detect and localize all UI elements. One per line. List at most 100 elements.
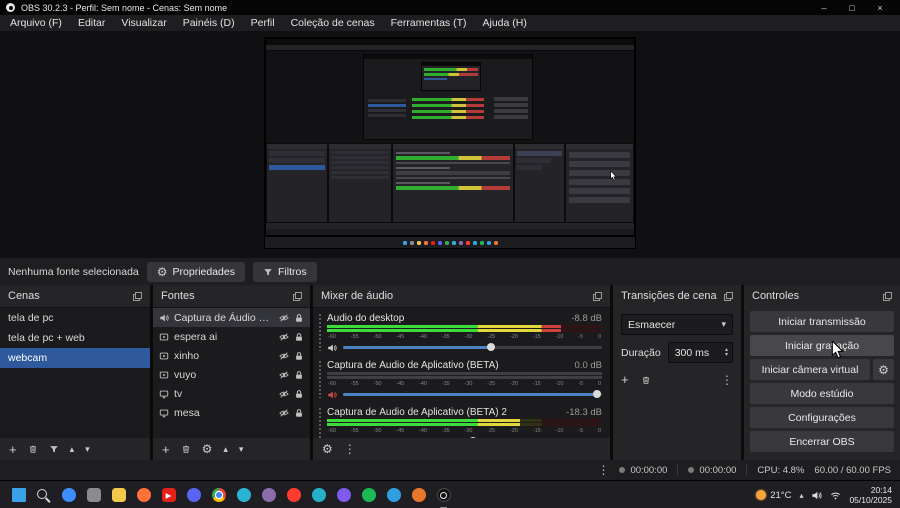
- visibility-icon[interactable]: [279, 408, 289, 418]
- source-item[interactable]: tv: [153, 384, 310, 403]
- remove-scene-button[interactable]: [28, 444, 38, 454]
- move-source-down-button[interactable]: ▾: [239, 444, 244, 454]
- minimize-button[interactable]: –: [810, 0, 838, 15]
- studio-mode-button[interactable]: Modo estúdio: [750, 383, 894, 404]
- tray-chevron-up-icon[interactable]: ▴: [799, 491, 803, 500]
- panel-float-icon[interactable]: [724, 291, 733, 301]
- advanced-audio-button[interactable]: ⚙: [322, 443, 333, 455]
- source-item[interactable]: mesa: [153, 403, 310, 422]
- visibility-icon[interactable]: [279, 389, 289, 399]
- add-transition-button[interactable]: +: [621, 373, 629, 386]
- remove-transition-button[interactable]: [641, 375, 651, 385]
- menu-colecao-de-cenas[interactable]: Coleção de cenas: [283, 15, 383, 31]
- start-icon[interactable]: [8, 485, 29, 506]
- volume-slider[interactable]: [343, 390, 602, 399]
- start-virtual-camera-button[interactable]: Iniciar câmera virtual: [750, 359, 870, 380]
- copilot-icon[interactable]: [58, 485, 79, 506]
- visibility-icon[interactable]: [279, 351, 289, 361]
- scene-filters-button[interactable]: [49, 444, 59, 454]
- menu-editar[interactable]: Editar: [70, 15, 113, 31]
- scene-item[interactable]: tela de pc: [0, 308, 150, 328]
- preview-canvas[interactable]: [265, 38, 635, 248]
- mute-toggle-icon-muted[interactable]: [327, 390, 337, 400]
- gimp-icon[interactable]: [258, 485, 279, 506]
- search-icon[interactable]: [33, 485, 54, 506]
- virtual-camera-settings-button[interactable]: ⚙: [873, 359, 894, 380]
- panel-float-icon[interactable]: [883, 291, 892, 301]
- visibility-icon[interactable]: [279, 370, 289, 380]
- youtube-icon[interactable]: ▶: [158, 485, 179, 506]
- clock[interactable]: 20:14 05/10/2025: [849, 485, 892, 505]
- mixer-menu-button[interactable]: ⋮: [344, 443, 356, 455]
- weather-widget[interactable]: 21°C: [756, 490, 791, 501]
- maximize-button[interactable]: □: [838, 0, 866, 15]
- add-scene-button[interactable]: +: [9, 443, 17, 456]
- menu-visualizar[interactable]: Visualizar: [113, 15, 174, 31]
- add-source-button[interactable]: +: [162, 443, 170, 456]
- menu-ferramentas[interactable]: Ferramentas (T): [383, 15, 475, 31]
- paint-icon[interactable]: [408, 485, 429, 506]
- exit-obs-button[interactable]: Encerrar OBS: [750, 431, 894, 452]
- menu-ajuda[interactable]: Ajuda (H): [474, 15, 534, 31]
- sources-header[interactable]: Fontes: [153, 285, 310, 307]
- volume-icon[interactable]: [811, 490, 822, 501]
- controls-header[interactable]: Controles: [744, 285, 900, 307]
- source-item[interactable]: Captura de Áudio de A: [153, 308, 310, 327]
- source-item[interactable]: xinho: [153, 346, 310, 365]
- viber-icon[interactable]: [333, 485, 354, 506]
- telegram-icon[interactable]: [383, 485, 404, 506]
- source-properties-button[interactable]: ⚙: [202, 443, 213, 455]
- panel-float-icon[interactable]: [133, 291, 142, 301]
- lock-icon[interactable]: [294, 313, 304, 323]
- menu-paineis[interactable]: Painéis (D): [175, 15, 243, 31]
- scene-item[interactable]: tela de pc + web: [0, 328, 150, 348]
- menu-arquivo[interactable]: Arquivo (F): [2, 15, 70, 31]
- lock-icon[interactable]: [294, 351, 304, 361]
- network-icon[interactable]: [830, 490, 841, 501]
- spin-down-icon[interactable]: ▾: [725, 352, 728, 358]
- edge-icon[interactable]: [233, 485, 254, 506]
- volume-slider[interactable]: [343, 343, 602, 352]
- obs-icon[interactable]: [433, 485, 454, 508]
- status-menu-icon[interactable]: ⋮: [597, 464, 609, 476]
- task-view-icon[interactable]: [83, 485, 104, 506]
- panel-float-icon[interactable]: [593, 291, 602, 301]
- move-source-up-button[interactable]: ▴: [223, 444, 228, 454]
- transitions-header[interactable]: Transições de cena: [613, 285, 741, 307]
- transition-menu-button[interactable]: ⋮: [721, 374, 733, 386]
- duration-spinbox[interactable]: 300 ms ▴ ▾: [667, 342, 733, 363]
- volume-slider[interactable]: [343, 437, 602, 438]
- transition-select[interactable]: Esmaecer ▾: [621, 314, 733, 335]
- titlebar[interactable]: OBS 30.2.3 - Perfil: Sem nome - Cenas: S…: [0, 0, 900, 15]
- chrome-icon[interactable]: [208, 485, 229, 506]
- firefox-icon[interactable]: [133, 485, 154, 506]
- visibility-icon[interactable]: [279, 313, 289, 323]
- drag-handle[interactable]: [318, 360, 322, 398]
- mute-toggle-icon[interactable]: [327, 343, 337, 353]
- opera-icon[interactable]: [283, 485, 304, 506]
- close-button[interactable]: ×: [866, 0, 894, 15]
- scenes-header[interactable]: Cenas: [0, 285, 150, 307]
- move-scene-up-button[interactable]: ▴: [70, 444, 75, 454]
- drag-handle[interactable]: [318, 313, 322, 351]
- discord-icon[interactable]: [183, 485, 204, 506]
- drag-handle[interactable]: [318, 407, 322, 438]
- filters-button[interactable]: Filtros: [253, 261, 317, 282]
- lock-icon[interactable]: [294, 408, 304, 418]
- menu-perfil[interactable]: Perfil: [243, 15, 283, 31]
- creative-cloud-icon[interactable]: [308, 485, 329, 506]
- lock-icon[interactable]: [294, 389, 304, 399]
- lock-icon[interactable]: [294, 332, 304, 342]
- visibility-icon[interactable]: [279, 332, 289, 342]
- move-scene-down-button[interactable]: ▾: [85, 444, 90, 454]
- scene-item-selected[interactable]: webcam: [0, 348, 150, 368]
- remove-source-button[interactable]: [181, 444, 191, 454]
- file-explorer-icon[interactable]: [108, 485, 129, 506]
- source-item[interactable]: vuyo: [153, 365, 310, 384]
- lock-icon[interactable]: [294, 370, 304, 380]
- start-streaming-button[interactable]: Iniciar transmissão: [750, 311, 894, 332]
- mixer-header[interactable]: Mixer de áudio: [313, 285, 610, 307]
- settings-button[interactable]: Configurações: [750, 407, 894, 428]
- panel-float-icon[interactable]: [293, 291, 302, 301]
- source-item[interactable]: espera ai: [153, 327, 310, 346]
